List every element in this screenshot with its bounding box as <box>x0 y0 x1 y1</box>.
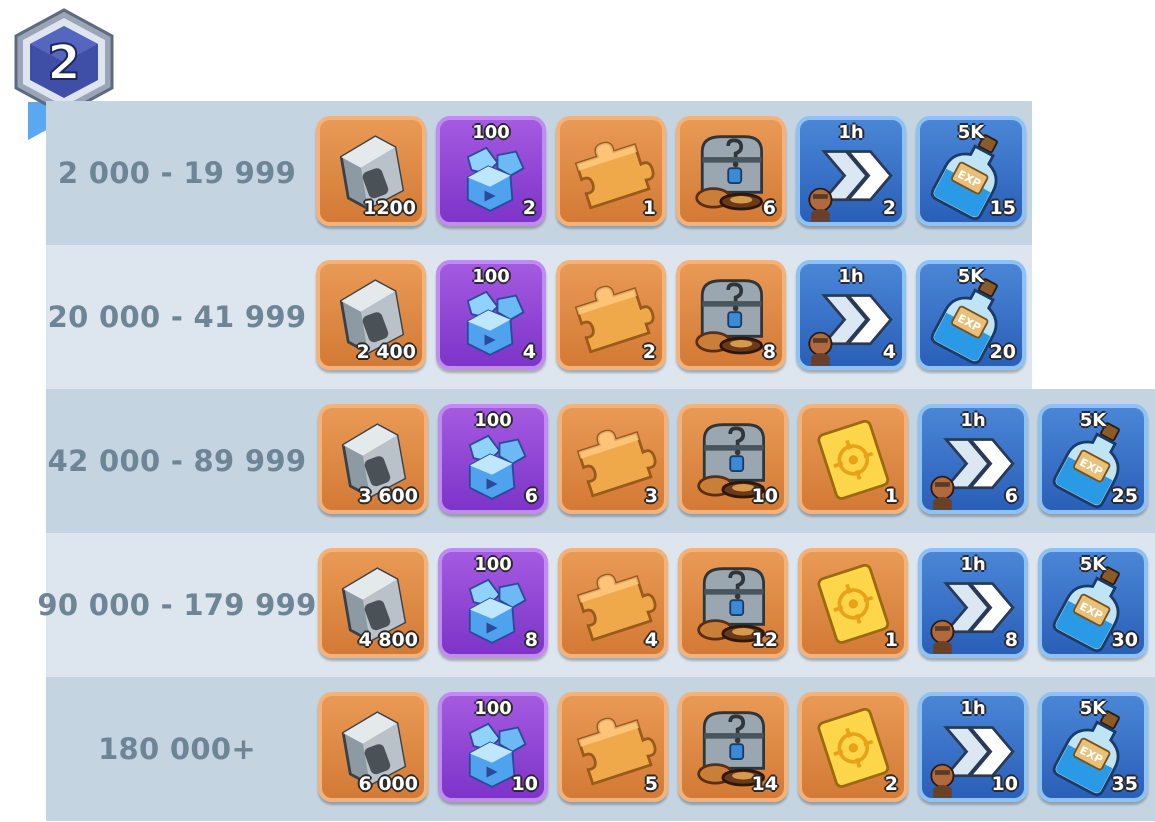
reward-amount-label: 5K <box>1079 698 1107 719</box>
reward-quantity: 35 <box>1111 773 1138 795</box>
reward-amount-label: 1h <box>838 266 864 287</box>
tier-range-label: 90 000 - 179 999 <box>37 588 317 622</box>
reward-quantity: 25 <box>1111 485 1138 507</box>
reward-tile-target-ticket[interactable]: 2 <box>798 692 908 802</box>
reward-quantity: 10 <box>511 773 538 795</box>
reward-quantity: 8 <box>524 629 538 651</box>
reward-tile-exp-potion[interactable]: EXP 5K 15 <box>916 116 1026 226</box>
reward-tile-speedup[interactable]: 1h 4 <box>796 260 906 370</box>
reward-tile-puzzle-piece[interactable]: 5 <box>558 692 668 802</box>
reward-quantity: 4 <box>644 629 658 651</box>
reward-tile-puzzle-piece[interactable]: 4 <box>558 548 668 658</box>
reward-tile-mystery-chest[interactable]: 10 <box>678 404 788 514</box>
tier-range-label: 180 000+ <box>98 732 256 766</box>
reward-amount-label: 1h <box>960 410 986 431</box>
reward-tile-mystery-chest[interactable]: 8 <box>676 260 786 370</box>
reward-list: 6 000 100 10 5 14 2 1h 10 EXP 5K 35 <box>318 692 1148 802</box>
reward-quantity: 4 <box>522 341 536 363</box>
reward-quantity: 1 <box>884 485 898 507</box>
reward-quantity: 10 <box>751 485 778 507</box>
reward-quantity: 8 <box>762 341 776 363</box>
reward-amount-label: 100 <box>472 122 510 143</box>
reward-amount-label: 1h <box>838 122 864 143</box>
reward-tile-exp-potion[interactable]: EXP 5K 35 <box>1038 692 1148 802</box>
reward-quantity: 20 <box>989 341 1016 363</box>
reward-tile-puzzle-piece[interactable]: 3 <box>558 404 668 514</box>
svg-text:2: 2 <box>47 35 80 91</box>
tier-row-4: 90 000 - 179 999 4 800 100 8 4 12 1 1h 8 EXP 5K 30 <box>37 533 1155 677</box>
reward-quantity: 3 600 <box>358 485 419 507</box>
reward-quantity: 6 000 <box>358 773 419 795</box>
reward-amount-label: 100 <box>474 698 512 719</box>
reward-quantity: 4 800 <box>358 629 419 651</box>
reward-quantity: 14 <box>751 773 778 795</box>
reward-list: 1200 100 2 1 6 1h 2 EXP 5K 15 <box>316 116 1026 226</box>
reward-quantity: 15 <box>989 197 1016 219</box>
reward-amount-label: 5K <box>1079 554 1107 575</box>
reward-tile-exp-potion[interactable]: EXP 5K 25 <box>1038 404 1148 514</box>
reward-amount-label: 100 <box>474 554 512 575</box>
reward-quantity: 6 <box>524 485 538 507</box>
reward-tile-gems[interactable]: 100 6 <box>438 404 548 514</box>
reward-list: 4 800 100 8 4 12 1 1h 8 EXP 5K 30 <box>318 548 1148 658</box>
reward-tile-target-ticket[interactable]: 1 <box>798 404 908 514</box>
reward-tile-ammo[interactable]: 3 600 <box>318 404 428 514</box>
tier-range-label: 2 000 - 19 999 <box>57 156 297 190</box>
reward-tile-ammo[interactable]: 4 800 <box>318 548 428 658</box>
reward-tile-ammo[interactable]: 6 000 <box>318 692 428 802</box>
reward-quantity: 2 <box>882 197 896 219</box>
reward-quantity: 12 <box>751 629 778 651</box>
tier-row-1: 2 000 - 19 999 1200 100 2 1 6 1h 2 EXP 5K 15 <box>46 101 1032 245</box>
reward-list: 3 600 100 6 3 10 1 1h 6 EXP 5K 25 <box>318 404 1148 514</box>
reward-tile-gems[interactable]: 100 4 <box>436 260 546 370</box>
reward-quantity: 3 <box>644 485 658 507</box>
reward-quantity: 1 <box>642 197 656 219</box>
reward-tile-gems[interactable]: 100 10 <box>438 692 548 802</box>
reward-quantity: 8 <box>1004 629 1018 651</box>
reward-quantity: 30 <box>1111 629 1138 651</box>
reward-quantity: 2 <box>884 773 898 795</box>
reward-tile-mystery-chest[interactable]: 12 <box>678 548 788 658</box>
tier-row-2: 20 000 - 41 999 2 400 100 4 2 8 1h 4 EXP 5K 20 <box>46 245 1032 389</box>
reward-tile-mystery-chest[interactable]: 6 <box>676 116 786 226</box>
reward-amount-label: 5K <box>957 122 985 143</box>
tier-row-3: 42 000 - 89 999 3 600 100 6 3 10 1 1h 6 EXP 5K 25 <box>46 389 1155 533</box>
reward-tile-mystery-chest[interactable]: 14 <box>678 692 788 802</box>
reward-tile-puzzle-piece[interactable]: 1 <box>556 116 666 226</box>
reward-amount-label: 100 <box>472 266 510 287</box>
reward-quantity: 2 400 <box>356 341 417 363</box>
tier-row-5: 180 000+ 6 000 100 10 5 14 2 1h 10 EXP 5K 35 <box>46 677 1155 821</box>
reward-amount-label: 100 <box>474 410 512 431</box>
reward-quantity: 1 <box>884 629 898 651</box>
reward-quantity: 6 <box>1004 485 1018 507</box>
reward-tile-exp-potion[interactable]: EXP 5K 30 <box>1038 548 1148 658</box>
reward-tile-ammo[interactable]: 2 400 <box>316 260 426 370</box>
reward-quantity: 2 <box>522 197 536 219</box>
reward-tile-speedup[interactable]: 1h 2 <box>796 116 906 226</box>
tier-range-label: 20 000 - 41 999 <box>47 300 307 334</box>
reward-quantity: 4 <box>882 341 896 363</box>
reward-amount-label: 1h <box>960 698 986 719</box>
reward-tile-puzzle-piece[interactable]: 2 <box>556 260 666 370</box>
reward-tile-ammo[interactable]: 1200 <box>316 116 426 226</box>
reward-amount-label: 5K <box>1079 410 1107 431</box>
reward-tile-target-ticket[interactable]: 1 <box>798 548 908 658</box>
reward-amount-label: 1h <box>960 554 986 575</box>
reward-tile-speedup[interactable]: 1h 10 <box>918 692 1028 802</box>
reward-quantity: 1200 <box>363 197 416 219</box>
reward-tile-gems[interactable]: 100 2 <box>436 116 546 226</box>
reward-tile-exp-potion[interactable]: EXP 5K 20 <box>916 260 1026 370</box>
reward-quantity: 5 <box>644 773 658 795</box>
tier-range-label: 42 000 - 89 999 <box>47 444 307 478</box>
reward-quantity: 10 <box>991 773 1018 795</box>
reward-tile-gems[interactable]: 100 8 <box>438 548 548 658</box>
reward-amount-label: 5K <box>957 266 985 287</box>
reward-quantity: 6 <box>762 197 776 219</box>
reward-tile-speedup[interactable]: 1h 6 <box>918 404 1028 514</box>
reward-list: 2 400 100 4 2 8 1h 4 EXP 5K 20 <box>316 260 1026 370</box>
reward-tile-speedup[interactable]: 1h 8 <box>918 548 1028 658</box>
reward-quantity: 2 <box>642 341 656 363</box>
